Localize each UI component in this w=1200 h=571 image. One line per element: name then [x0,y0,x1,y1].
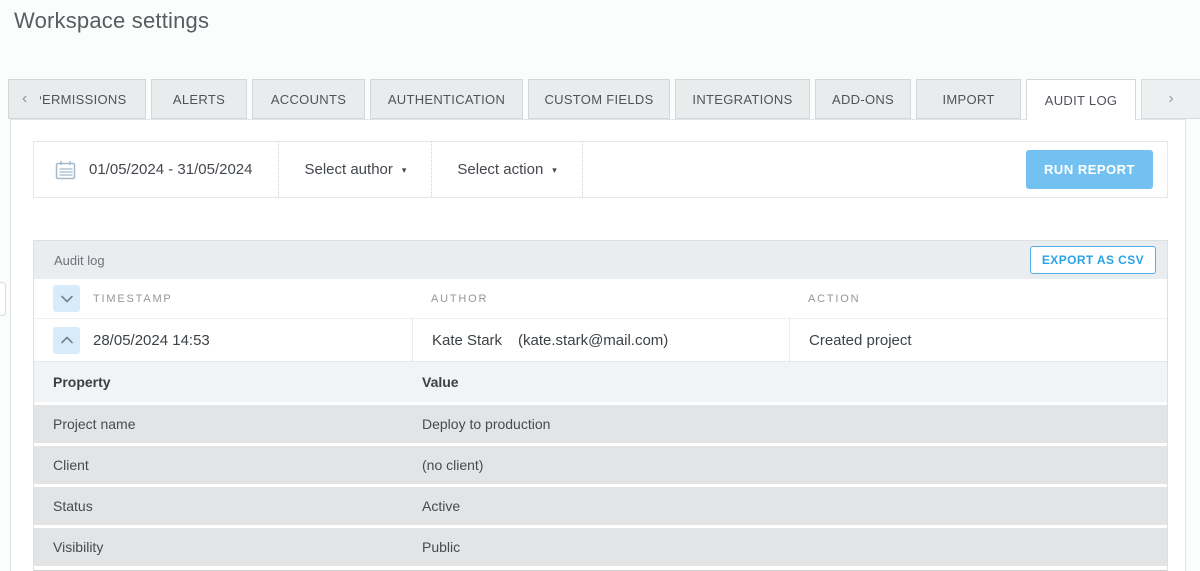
tab-import-label: IMPORT [942,92,994,107]
tab-add-ons-label: ADD-ONS [832,92,894,107]
audit-log-panel-header: Audit log EXPORT AS CSV [34,241,1167,279]
collapse-entry-button[interactable] [53,327,80,354]
calendar-icon [55,160,76,180]
entry-cell-action: Created project [789,319,1167,361]
panel-title: Audit log [54,253,105,268]
date-range-value: 01/05/2024 - 31/05/2024 [89,161,252,178]
author-filter-dropdown[interactable]: Select author ▾ [279,142,431,197]
detail-value: Active [422,498,1167,514]
caret-down-icon: ▾ [552,163,557,176]
collapse-all-button[interactable] [53,285,80,312]
column-header-author: AUTHOR [431,293,488,305]
action-filter-label: Select action [457,161,543,178]
detail-value: Deploy to production [422,416,1167,432]
tab-permissions[interactable]: ‹ PERMISSIONS [8,79,146,119]
details-column-property: Property [53,374,422,390]
details-column-value: Value [422,374,1167,390]
filter-divider [582,142,583,197]
audit-entry-row[interactable]: 28/05/2024 14:53 Kate Stark (kate.stark@… [34,319,1167,362]
detail-property: Client [53,457,422,473]
tab-audit-log[interactable]: AUDIT LOG [1026,79,1136,120]
detail-property: Status [53,498,422,514]
column-header-action: ACTION [808,293,860,305]
scroll-right-icon[interactable]: › [1168,90,1173,108]
tab-bar: ‹ PERMISSIONS ALERTS ACCOUNTS AUTHENTICA… [8,79,1141,119]
detail-row-project-name: Project name Deploy to production [34,405,1167,443]
tab-alerts-label: ALERTS [173,92,225,107]
page-title: Workspace settings [14,8,209,34]
tab-label-clip: PERMISSIONS [40,80,141,118]
tab-permissions-label: PERMISSIONS [40,92,127,107]
tab-custom-fields-label: CUSTOM FIELDS [544,92,653,107]
header-cell-timestamp: TIMESTAMP [34,279,412,318]
action-filter-dropdown[interactable]: Select action ▾ [432,142,581,197]
tab-integrations[interactable]: INTEGRATIONS [675,79,810,119]
header-cell-action: ACTION [789,279,1167,318]
date-range-picker[interactable]: 01/05/2024 - 31/05/2024 [34,142,278,197]
detail-value: Public [422,539,1167,555]
entry-cell-author: Kate Stark (kate.stark@mail.com) [412,319,789,361]
tab-authentication[interactable]: AUTHENTICATION [370,79,523,119]
tab-accounts[interactable]: ACCOUNTS [252,79,365,119]
audit-log-panel: Audit log EXPORT AS CSV TIMESTAMP AUTHOR… [33,240,1168,571]
chevron-down-icon [60,295,74,303]
header-cell-author: AUTHOR [412,279,789,318]
tab-audit-log-label: AUDIT LOG [1045,93,1118,108]
run-report-button[interactable]: RUN REPORT [1026,150,1153,189]
tab-import[interactable]: IMPORT [916,79,1021,119]
entry-cell-timestamp: 28/05/2024 14:53 [34,319,412,361]
table-header-row: TIMESTAMP AUTHOR ACTION [34,279,1167,319]
report-filter-bar: 01/05/2024 - 31/05/2024 Select author ▾ … [33,141,1168,198]
detail-property: Visibility [53,539,422,555]
tab-custom-fields[interactable]: CUSTOM FIELDS [528,79,670,119]
details-header-row: Property Value [34,362,1167,402]
scroll-left-icon[interactable]: ‹ [22,80,28,118]
detail-property: Project name [53,416,422,432]
chevron-up-icon [60,336,74,344]
detail-row-status: Status Active [34,487,1167,525]
tab-scroll-right-area[interactable]: › [1141,79,1200,119]
tab-authentication-label: AUTHENTICATION [388,92,505,107]
entry-action: Created project [809,332,912,349]
entry-author-name: Kate Stark [432,332,502,349]
column-header-timestamp: TIMESTAMP [93,293,173,305]
entry-author-email: (kate.stark@mail.com) [518,332,668,349]
caret-down-icon: ▾ [402,163,407,176]
export-csv-button[interactable]: EXPORT AS CSV [1030,246,1156,274]
detail-row-visibility: Visibility Public [34,528,1167,566]
detail-value: (no client) [422,457,1167,473]
tab-accounts-label: ACCOUNTS [271,92,346,107]
detail-row-client: Client (no client) [34,446,1167,484]
tab-integrations-label: INTEGRATIONS [692,92,792,107]
tab-alerts[interactable]: ALERTS [151,79,247,119]
left-edge-scroll-button[interactable] [0,282,6,316]
entry-timestamp: 28/05/2024 14:53 [93,332,210,349]
author-filter-label: Select author [304,161,392,178]
tab-add-ons[interactable]: ADD-ONS [815,79,911,119]
audit-log-tab-panel: 01/05/2024 - 31/05/2024 Select author ▾ … [10,119,1186,571]
